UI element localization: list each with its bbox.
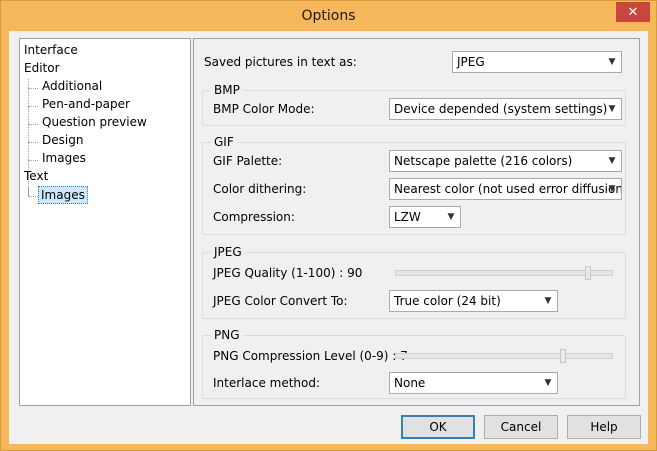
- tree-item-question-preview[interactable]: Question preview: [40, 113, 149, 131]
- tree-item-editor-images[interactable]: Images: [40, 149, 88, 167]
- png-group-title: PNG: [211, 328, 243, 342]
- tree-item-design[interactable]: Design: [40, 131, 85, 149]
- color-dithering-value: Nearest color (not used error diffusion): [394, 182, 622, 196]
- color-dithering-label: Color dithering:: [213, 182, 307, 196]
- gif-palette-select[interactable]: Netscape palette (216 colors) ▼: [389, 150, 622, 172]
- tree-item-pen-and-paper[interactable]: Pen-and-paper: [40, 95, 132, 113]
- bmp-group: BMP BMP Color Mode: Device depended (sys…: [202, 83, 626, 126]
- cancel-button[interactable]: Cancel: [484, 415, 558, 439]
- interlace-select[interactable]: None ▼: [389, 372, 558, 394]
- chevron-down-icon: ▼: [544, 378, 552, 388]
- bmp-group-title: BMP: [211, 83, 243, 97]
- tree-item-additional[interactable]: Additional: [40, 77, 104, 95]
- close-icon: ✕: [627, 4, 639, 20]
- help-button[interactable]: Help: [567, 415, 641, 439]
- saved-pictures-label: Saved pictures in text as:: [204, 55, 357, 69]
- tree-item-text[interactable]: Text: [22, 167, 50, 185]
- options-window: Options ✕ Interface Editor Additional Pe…: [0, 0, 657, 451]
- tree-branch: [28, 106, 38, 107]
- gif-palette-value: Netscape palette (216 colors): [394, 154, 573, 168]
- png-group: PNG PNG Compression Level (0-9) : 7 Inte…: [202, 328, 626, 399]
- chevron-down-icon: ▼: [447, 212, 455, 222]
- chevron-down-icon: ▼: [544, 296, 552, 306]
- saved-pictures-select[interactable]: JPEG ▼: [452, 51, 622, 73]
- jpeg-convert-label: JPEG Color Convert To:: [213, 294, 348, 308]
- tree-item-text-images[interactable]: Images: [38, 186, 88, 204]
- jpeg-convert-value: True color (24 bit): [394, 294, 501, 308]
- tree-branch: [28, 124, 38, 125]
- jpeg-group: JPEG JPEG Quality (1-100) : 90 JPEG Colo…: [202, 245, 626, 319]
- dialog-client: Interface Editor Additional Pen-and-pape…: [9, 31, 648, 444]
- bmp-color-mode-value: Device depended (system settings): [394, 102, 608, 116]
- compression-label: Compression:: [213, 210, 295, 224]
- window-title: Options: [301, 8, 356, 24]
- tree-item-editor[interactable]: Editor: [22, 59, 62, 77]
- png-compression-label: PNG Compression Level (0-9) : 7: [213, 349, 408, 363]
- tree-branch: [28, 88, 38, 89]
- png-compression-slider[interactable]: [395, 349, 613, 363]
- jpeg-group-title: JPEG: [211, 245, 245, 259]
- settings-panel: Saved pictures in text as: JPEG ▼ BMP BM…: [193, 38, 640, 406]
- chevron-down-icon: ▼: [608, 57, 616, 67]
- jpeg-convert-select[interactable]: True color (24 bit) ▼: [389, 290, 558, 312]
- interlace-label: Interlace method:: [213, 376, 321, 390]
- compression-value: LZW: [394, 210, 421, 224]
- gif-group: GIF GIF Palette: Netscape palette (216 c…: [202, 135, 626, 235]
- options-tree[interactable]: Interface Editor Additional Pen-and-pape…: [19, 38, 191, 406]
- jpeg-quality-slider[interactable]: [395, 266, 613, 280]
- tree-branch: [28, 142, 38, 143]
- gif-group-title: GIF: [211, 135, 237, 149]
- chevron-down-icon: ▼: [608, 104, 616, 114]
- close-button[interactable]: ✕: [616, 2, 650, 22]
- jpeg-quality-thumb[interactable]: [585, 266, 591, 280]
- bmp-color-mode-label: BMP Color Mode:: [213, 102, 315, 116]
- color-dithering-select[interactable]: Nearest color (not used error diffusion)…: [389, 178, 622, 200]
- compression-select[interactable]: LZW ▼: [389, 206, 461, 228]
- bmp-color-mode-select[interactable]: Device depended (system settings) ▼: [389, 98, 622, 120]
- ok-button[interactable]: OK: [401, 415, 475, 439]
- tree-branch: [28, 160, 38, 161]
- saved-pictures-value: JPEG: [457, 55, 485, 69]
- jpeg-quality-label: JPEG Quality (1-100) : 90: [213, 266, 363, 280]
- title-bar[interactable]: Options ✕: [1, 1, 656, 31]
- tree-item-interface[interactable]: Interface: [22, 41, 80, 59]
- tree-branch: [28, 196, 38, 197]
- png-compression-thumb[interactable]: [560, 349, 566, 363]
- gif-palette-label: GIF Palette:: [213, 154, 283, 168]
- chevron-down-icon: ▼: [608, 156, 616, 166]
- chevron-down-icon: ▼: [608, 184, 616, 194]
- interlace-value: None: [394, 376, 426, 390]
